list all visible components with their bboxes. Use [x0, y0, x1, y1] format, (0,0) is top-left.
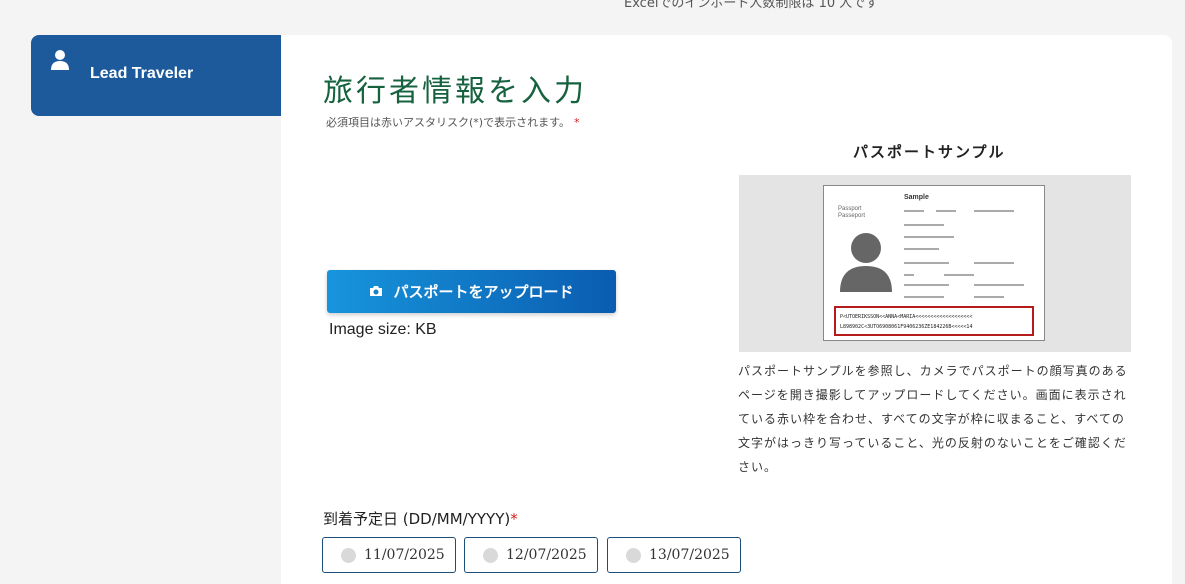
passport-field-line: [904, 284, 949, 286]
required-asterisk: *: [573, 116, 580, 129]
arrival-date-option[interactable]: 11/07/2025: [322, 537, 456, 573]
arrival-date-option[interactable]: 13/07/2025: [607, 537, 741, 573]
passport-sample-image: Sample Passport Passeport P<UTOERIKSSON<<…: [739, 175, 1131, 352]
passport-field-line: [974, 262, 1014, 264]
required-fields-note: 必須項目は赤いアスタリスク(*)で表示されます。 *: [326, 114, 579, 130]
import-limit-note: Excelでのインポート人数制限は 10 人です: [624, 0, 879, 11]
passport-field-line: [904, 262, 949, 264]
passport-field-line: [904, 210, 924, 212]
passport-mrz-highlight: P<UTOERIKSSON<<ANNA<MARIA<<<<<<<<<<<<<<<…: [834, 306, 1034, 336]
image-size-label: Image size: KB: [329, 321, 437, 338]
radio-circle-icon: [341, 547, 356, 563]
passport-field-line: [904, 296, 944, 298]
arrival-date-option-label: 12/07/2025: [506, 547, 587, 563]
arrival-date-option-label: 11/07/2025: [364, 547, 445, 563]
user-icon: [51, 49, 69, 75]
passport-illustration: Sample Passport Passeport P<UTOERIKSSON<<…: [823, 185, 1045, 341]
passport-field-line: [944, 274, 974, 276]
upload-passport-label: パスポートをアップロード: [393, 283, 574, 301]
required-note-text: 必須項目は赤いアスタリスク(*)で表示されます。: [326, 116, 570, 129]
sidebar-item-label: Lead Traveler: [90, 65, 194, 82]
passport-field-line: [904, 224, 944, 226]
arrival-date-option-label: 13/07/2025: [649, 547, 730, 563]
passport-field-line: [974, 284, 1024, 286]
passport-sample-title: パスポートサンプル: [853, 143, 1006, 161]
person-silhouette-icon: [836, 228, 896, 294]
passport-field-line: [904, 248, 939, 250]
arrival-date-label-text: 到着予定日 (DD/MM/YYYY): [323, 510, 511, 528]
page-title: 旅行者情報を入力: [323, 74, 587, 109]
passport-sample-label: Sample: [904, 194, 929, 201]
radio-circle-icon: [483, 547, 498, 563]
mrz-line-2: L898902C<3UTO6908061F9406236ZE184226B<<<…: [840, 324, 973, 330]
mrz-line-1: P<UTOERIKSSON<<ANNA<MARIA<<<<<<<<<<<<<<<…: [840, 314, 973, 320]
camera-icon: [369, 283, 383, 301]
passport-field-line: [904, 274, 914, 276]
passport-field-line: [904, 236, 954, 238]
arrival-date-label: 到着予定日 (DD/MM/YYYY)*: [323, 508, 518, 529]
passport-field-line: [974, 210, 1014, 212]
passport-field-line: [974, 296, 1004, 298]
passport-field-line: [936, 210, 956, 212]
upload-passport-button[interactable]: パスポートをアップロード: [327, 270, 616, 313]
passport-type-text: Passport Passeport: [838, 206, 866, 219]
radio-circle-icon: [626, 547, 641, 563]
arrival-date-option[interactable]: 12/07/2025: [464, 537, 598, 573]
passport-instructions: パスポートサンプルを参照し、カメラでパスポートの顔写真のあるページを開き撮影して…: [738, 364, 1128, 474]
required-asterisk: *: [510, 510, 518, 528]
